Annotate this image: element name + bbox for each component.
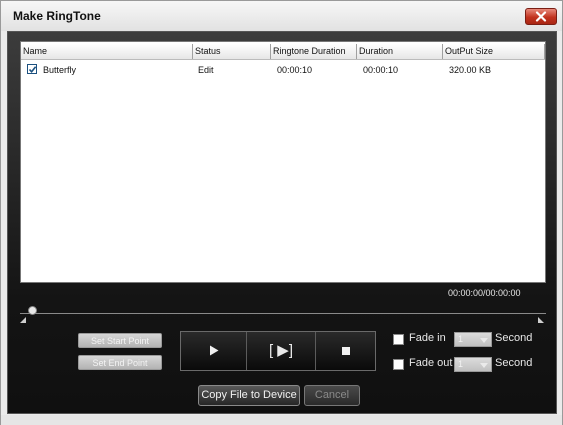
- column-header-output-size[interactable]: OutPut Size: [443, 44, 545, 59]
- chevron-down-icon: [480, 363, 488, 368]
- cell-ringtone-duration: 00:00:10: [277, 65, 313, 75]
- row-checkbox[interactable]: [27, 64, 37, 74]
- column-header-name[interactable]: Name: [21, 44, 193, 59]
- play-segment-button[interactable]: [ ▶]: [247, 332, 315, 370]
- window-title: Make RingTone: [13, 9, 101, 23]
- playback-controls: [ ▶]: [180, 331, 376, 371]
- file-list-table: Name Status Ringtone Duration Duration O…: [20, 41, 546, 283]
- check-icon: [28, 66, 37, 74]
- copy-to-device-button[interactable]: Copy File to Device: [198, 385, 300, 406]
- ringtone-panel: Name Status Ringtone Duration Duration O…: [7, 31, 557, 414]
- fade-out-checkbox[interactable]: [393, 359, 404, 370]
- column-header-ringtone-duration[interactable]: Ringtone Duration: [271, 44, 357, 59]
- fade-in-seconds-select[interactable]: 1: [454, 332, 492, 347]
- cell-name: Butterfly: [43, 65, 77, 75]
- title-bar: Make RingTone: [1, 1, 562, 31]
- fade-out-label: Fade out: [409, 357, 453, 369]
- chevron-down-icon: [480, 338, 488, 343]
- cell-status: Edit: [198, 65, 214, 75]
- timeline-track[interactable]: [20, 313, 546, 314]
- cell-duration: 00:00:10: [363, 65, 399, 75]
- column-header-status[interactable]: Status: [193, 44, 271, 59]
- timeline-thumb[interactable]: [28, 306, 37, 315]
- time-display: 00:00:00/00:00:00: [448, 288, 521, 298]
- set-end-point-button[interactable]: Set End Point: [78, 355, 162, 370]
- fade-in-checkbox[interactable]: [393, 334, 404, 345]
- window-bottom-edge: [1, 415, 562, 425]
- fade-in-value: 1: [458, 334, 464, 344]
- table-header: Name Status Ringtone Duration Duration O…: [21, 44, 545, 60]
- column-header-duration[interactable]: Duration: [357, 44, 443, 59]
- close-icon: [535, 11, 547, 22]
- set-start-point-button[interactable]: Set Start Point: [78, 333, 162, 348]
- cancel-button[interactable]: Cancel: [304, 385, 360, 406]
- end-marker-icon[interactable]: [538, 317, 544, 323]
- play-icon: [209, 345, 218, 356]
- stop-button[interactable]: [316, 332, 375, 370]
- start-marker-icon[interactable]: [20, 317, 26, 323]
- fade-out-seconds-select[interactable]: 1: [454, 357, 492, 372]
- table-row[interactable]: Butterfly Edit 00:00:10 00:00:10 320.00 …: [21, 62, 545, 78]
- fade-in-label: Fade in: [409, 332, 446, 344]
- fade-out-second-label: Second: [495, 357, 533, 369]
- close-button[interactable]: [525, 8, 557, 25]
- play-button[interactable]: [181, 332, 246, 370]
- cell-output-size: 320.00 KB: [449, 65, 492, 75]
- make-ringtone-window: Make RingTone Name Status Ringtone Durat…: [0, 0, 563, 425]
- stop-icon: [341, 346, 350, 355]
- fade-in-second-label: Second: [495, 332, 533, 344]
- fade-out-value: 1: [458, 359, 464, 369]
